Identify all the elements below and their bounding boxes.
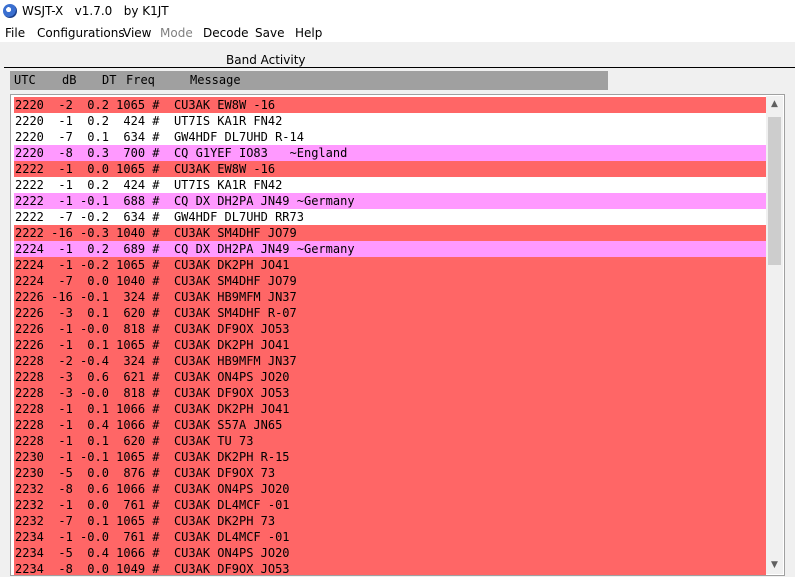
decode-row[interactable]: 2230 -1 -0.1 1065 # CU3AK DK2PH R-15 [14,449,766,465]
decode-row[interactable]: 2220 -2 0.2 1065 # CU3AK EW8W -16 [14,97,766,113]
title-bar: WSJT-X v1.7.0 by K1JT [0,0,795,22]
scroll-thumb[interactable] [768,117,781,265]
decode-row[interactable]: 2222 -1 0.2 424 # UT7IS KA1R FN42 [14,177,766,193]
chevron-up-icon[interactable]: ▲ [766,96,783,113]
decode-row[interactable]: 2222 -16 -0.3 1040 # CU3AK SM4DHF JO79 [14,225,766,241]
menu-save[interactable]: Save [255,26,284,40]
decode-row[interactable]: 2226 -1 -0.0 818 # CU3AK DF9OX JO53 [14,321,766,337]
decode-row[interactable]: 2228 -1 0.4 1066 # CU3AK S57A JN65 [14,417,766,433]
decode-row[interactable]: 2222 -1 -0.1 688 # CQ DX DH2PA JN49 ~Ger… [14,193,766,209]
decode-row[interactable]: 2226 -3 0.1 620 # CU3AK SM4DHF R-07 [14,305,766,321]
column-db: dB [62,73,77,87]
window-title: WSJT-X v1.7.0 by K1JT [22,4,169,18]
decode-row[interactable]: 2230 -5 0.0 876 # CU3AK DF9OX 73 [14,465,766,481]
decode-row[interactable]: 2222 -7 -0.2 634 # GW4HDF DL7UHD RR73 [14,209,766,225]
menu-decode[interactable]: Decode [203,26,249,40]
decode-row[interactable]: 2224 -1 -0.2 1065 # CU3AK DK2PH JO41 [14,257,766,273]
band-activity-divider [4,67,795,68]
decode-row[interactable]: 2222 -1 0.0 1065 # CU3AK EW8W -16 [14,161,766,177]
menu-bar: File Configurations View Mode Decode Sav… [0,22,795,42]
decode-row[interactable]: 2224 -7 0.0 1040 # CU3AK SM4DHF JO79 [14,273,766,289]
column-message: Message [190,73,241,87]
decode-row[interactable]: 2228 -2 -0.4 324 # CU3AK HB9MFM JN37 [14,353,766,369]
decode-row[interactable]: 2232 -7 0.1 1065 # CU3AK DK2PH 73 [14,513,766,529]
band-activity-header: UTC dB DT Freq Message [10,71,608,90]
decode-row[interactable]: 2228 -1 0.1 1066 # CU3AK DK2PH JO41 [14,401,766,417]
decode-row[interactable]: 2234 -8 0.0 1049 # CU3AK DF9OX JO53 [14,561,766,575]
chevron-down-icon[interactable]: ▼ [766,557,783,574]
menu-file[interactable]: File [5,26,25,40]
menu-configurations[interactable]: Configurations [37,26,125,40]
decode-row[interactable]: 2234 -1 -0.0 761 # CU3AK DL4MCF -01 [14,529,766,545]
decode-row[interactable]: 2228 -3 -0.0 818 # CU3AK DF9OX JO53 [14,385,766,401]
decode-row[interactable]: 2232 -8 0.6 1066 # CU3AK ON4PS JO20 [14,481,766,497]
decode-list[interactable]: 2220 -2 0.2 1065 # CU3AK EW8W -16 2220 -1… [14,97,766,575]
column-freq: Freq [126,73,155,87]
decode-row[interactable]: 2234 -5 0.4 1066 # CU3AK ON4PS JO20 [14,545,766,561]
menu-mode[interactable]: Mode [160,26,193,40]
decode-row[interactable]: 2226 -1 0.1 1065 # CU3AK DK2PH JO41 [14,337,766,353]
column-dt: DT [102,73,117,87]
decode-row[interactable]: 2220 -8 0.3 700 # CQ G1YEF IO83 ~England [14,145,766,161]
wsjtx-app-icon [3,4,17,18]
decode-row[interactable]: 2228 -1 0.1 620 # CU3AK TU 73 [14,433,766,449]
band-activity-label: Band Activity [226,53,306,67]
decode-row[interactable]: 2232 -1 0.0 761 # CU3AK DL4MCF -01 [14,497,766,513]
decode-row[interactable]: 2228 -3 0.6 621 # CU3AK ON4PS JO20 [14,369,766,385]
decode-row[interactable]: 2224 -1 0.2 689 # CQ DX DH2PA JN49 ~Germ… [14,241,766,257]
vertical-scrollbar[interactable]: ▲ ▼ [766,96,783,574]
decode-row[interactable]: 2220 -1 0.2 424 # UT7IS KA1R FN42 [14,113,766,129]
band-activity-panel[interactable]: 2220 -2 0.2 1065 # CU3AK EW8W -16 2220 -1… [10,94,785,576]
column-utc: UTC [14,73,36,87]
menu-help[interactable]: Help [295,26,322,40]
menu-view[interactable]: View [123,26,151,40]
decode-row[interactable]: 2226 -16 -0.1 324 # CU3AK HB9MFM JN37 [14,289,766,305]
decode-row[interactable]: 2220 -7 0.1 634 # GW4HDF DL7UHD R-14 [14,129,766,145]
